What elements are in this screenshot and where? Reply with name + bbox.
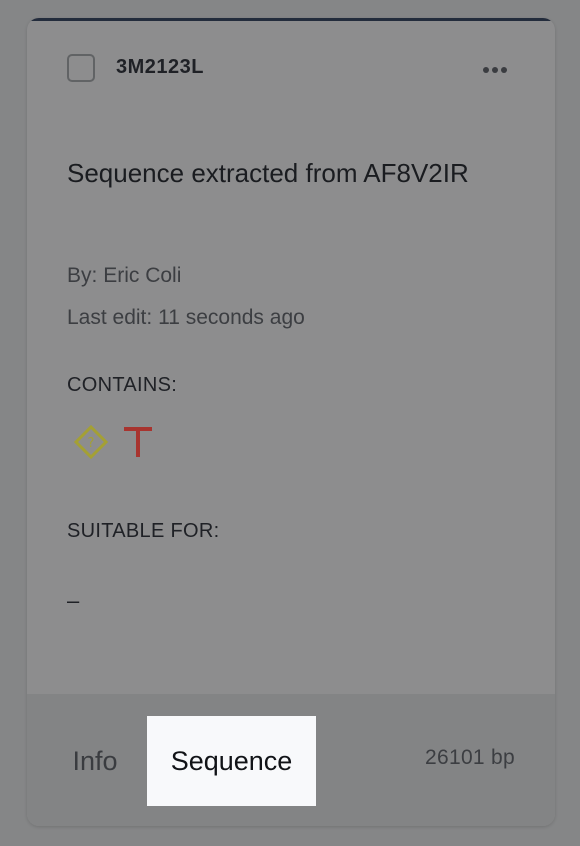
suitable-for-value: – — [67, 588, 80, 613]
sequence-card: 3M2123L Sequence extracted from AF8V2IR … — [27, 18, 555, 826]
last-edit-value: 11 seconds ago — [158, 306, 305, 329]
more-options-button[interactable] — [477, 56, 513, 84]
card-footer: Info Sequence 26101 bp — [27, 694, 555, 826]
contains-label: CONTAINS: — [67, 374, 178, 396]
author-line: By: Eric Coli — [67, 264, 181, 288]
card-top-border — [27, 18, 555, 21]
select-checkbox[interactable] — [67, 54, 95, 82]
card-id-label: 3M2123L — [116, 56, 204, 78]
tab-sequence[interactable]: Sequence — [147, 716, 316, 806]
last-edit-line: Last edit: 11 seconds ago — [67, 306, 305, 330]
unknown-feature-diamond-icon[interactable]: ? — [73, 424, 109, 465]
terminator-t-icon[interactable] — [121, 424, 155, 465]
sequence-length: 26101 bp — [425, 746, 515, 769]
tab-info[interactable]: Info — [55, 716, 135, 806]
author-name: Eric Coli — [103, 264, 182, 287]
svg-text:?: ? — [88, 436, 95, 451]
last-edit-prefix: Last edit: — [67, 306, 153, 329]
card-title: Sequence extracted from AF8V2IR — [67, 158, 469, 188]
suitable-for-label: SUITABLE FOR: — [67, 520, 220, 542]
author-prefix: By: — [67, 264, 98, 287]
more-horizontal-icon — [483, 67, 507, 73]
